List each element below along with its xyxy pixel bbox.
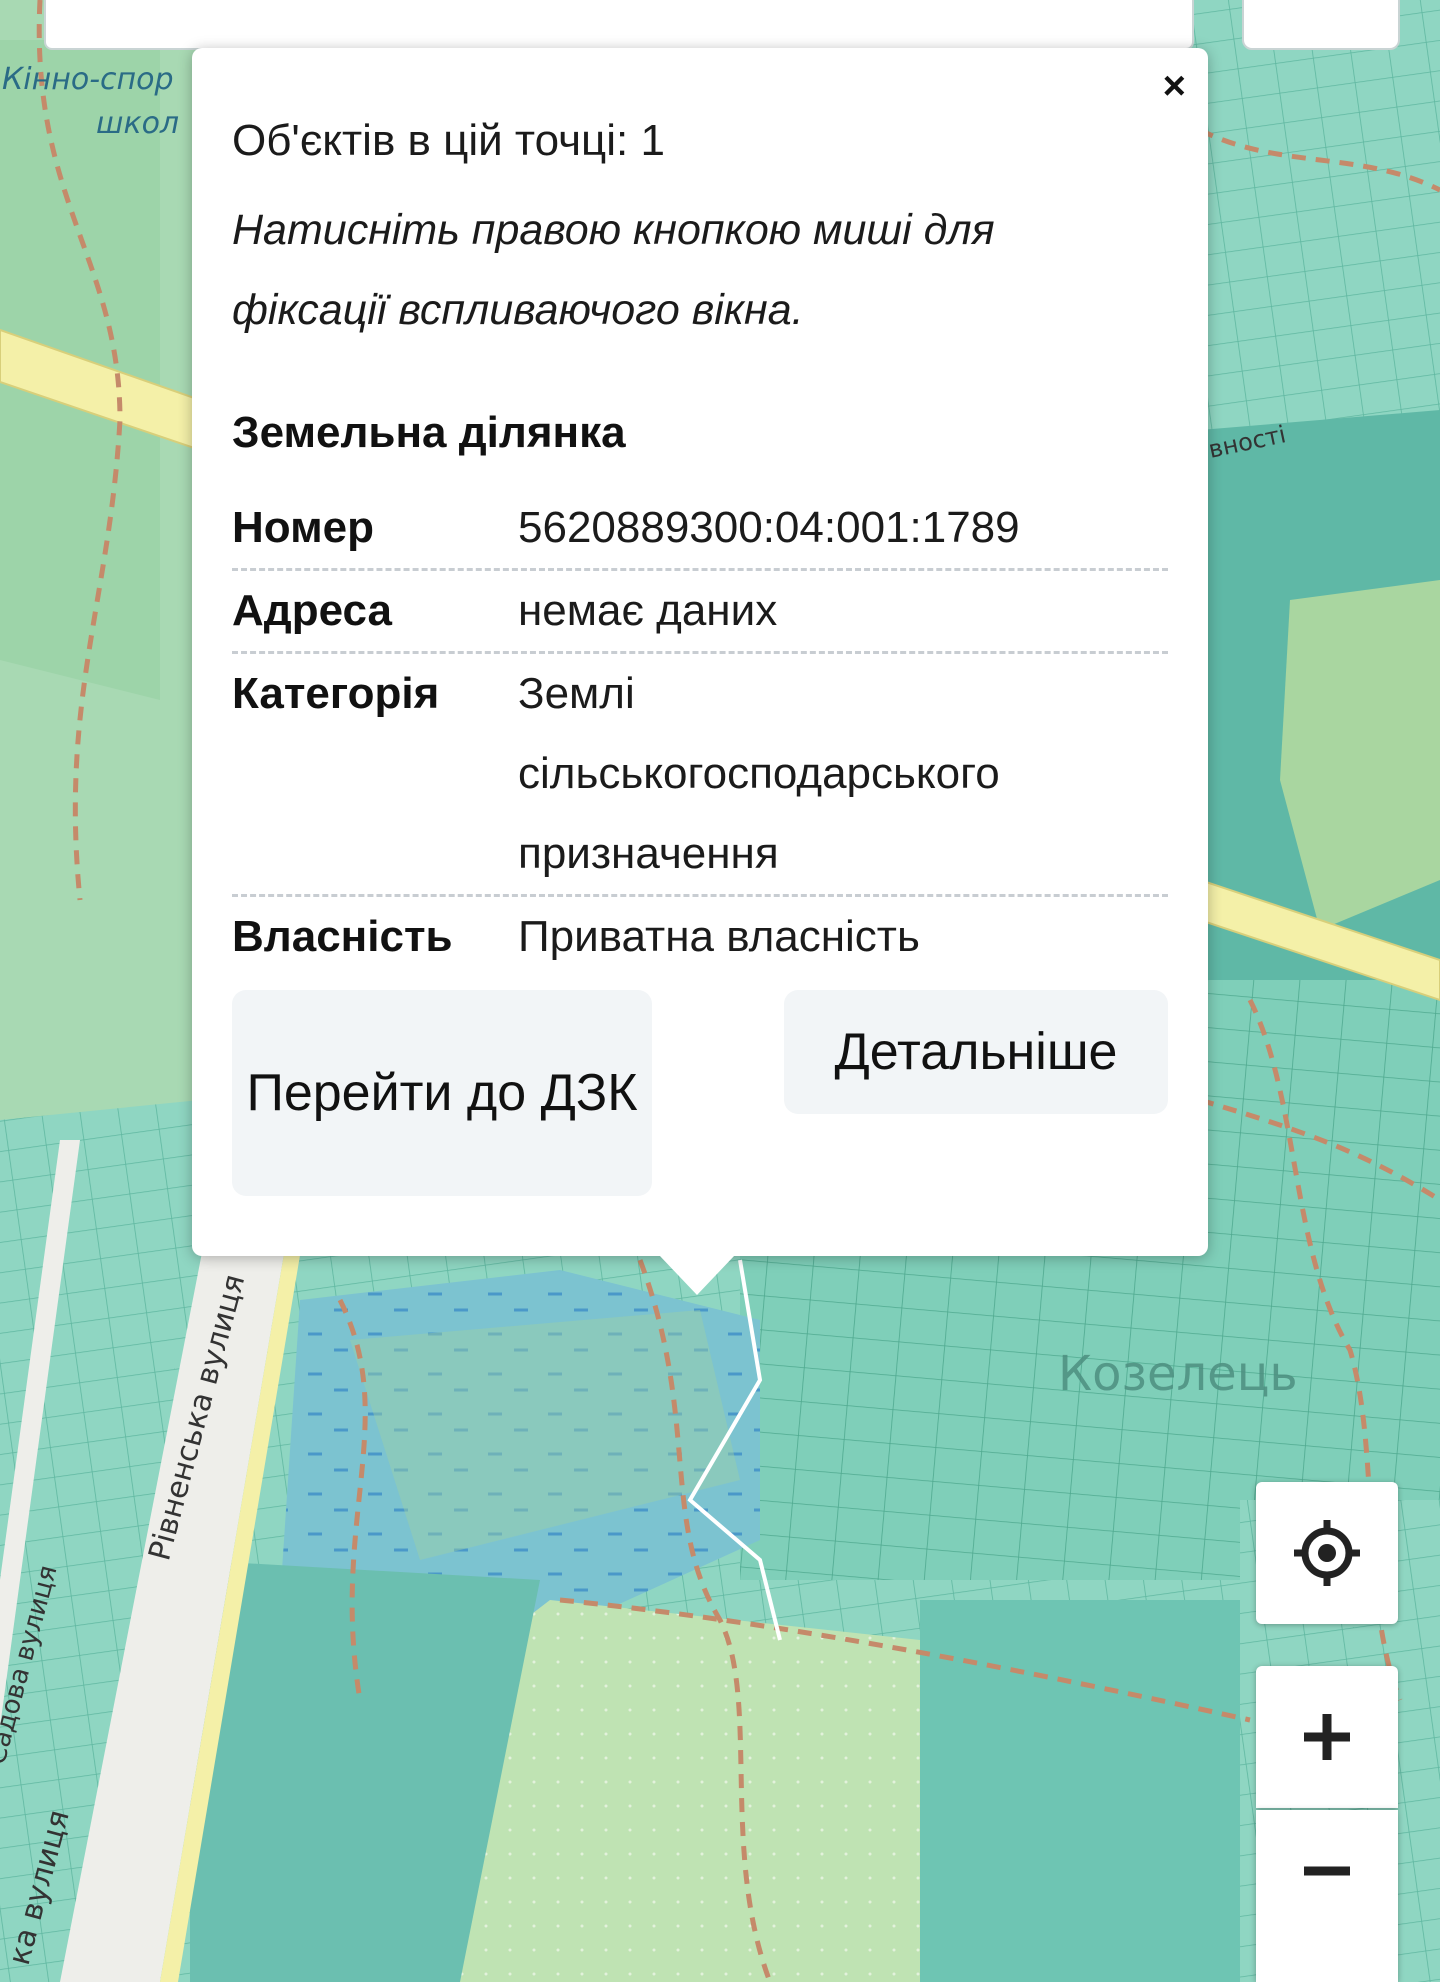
popup-hint: Натисніть правою кнопкою миші для фіксац… <box>232 206 995 334</box>
locate-icon <box>1294 1520 1360 1586</box>
attr-value: Приватна власність <box>518 912 920 961</box>
attr-key: Номер <box>232 503 374 552</box>
objects-count: Об'єктів в цій точці: 1 <box>232 116 665 165</box>
section-title: Земельна ділянка <box>232 408 626 457</box>
parcel-popup: × Об'єктів в цій точці: 1 Натисніть прав… <box>192 48 1208 1256</box>
attr-value: 5620889300:04:001:1789 <box>518 503 1020 552</box>
search-bar[interactable] <box>44 0 1194 50</box>
menu-button[interactable] <box>1242 0 1400 50</box>
attr-key: Категорія <box>232 669 440 718</box>
attr-row-ownership: Власність Приватна власність <box>232 897 1168 977</box>
go-to-dzk-button[interactable]: Перейти до ДЗК <box>232 990 652 1196</box>
minus-icon <box>1304 1866 1350 1876</box>
attr-row-category: Категорія Землі сільськогосподарського п… <box>232 654 1168 897</box>
close-icon[interactable]: × <box>1163 66 1186 106</box>
attr-key: Адреса <box>232 586 392 635</box>
popup-tip <box>659 1255 735 1295</box>
attributes-table: Номер 5620889300:04:001:1789 Адреса нема… <box>232 488 1168 977</box>
locate-button[interactable] <box>1256 1482 1398 1624</box>
attr-row-number: Номер 5620889300:04:001:1789 <box>232 488 1168 571</box>
attr-key: Власність <box>232 912 453 961</box>
plus-icon <box>1304 1714 1350 1760</box>
attr-row-address: Адреса немає даних <box>232 571 1168 654</box>
attr-value: немає даних <box>518 586 778 635</box>
zoom-out-button[interactable] <box>1256 1810 1398 1982</box>
details-button[interactable]: Детальніше <box>784 990 1168 1114</box>
zoom-in-button[interactable] <box>1256 1666 1398 1808</box>
attr-value: Землі сільськогосподарського призначення <box>518 669 1000 878</box>
